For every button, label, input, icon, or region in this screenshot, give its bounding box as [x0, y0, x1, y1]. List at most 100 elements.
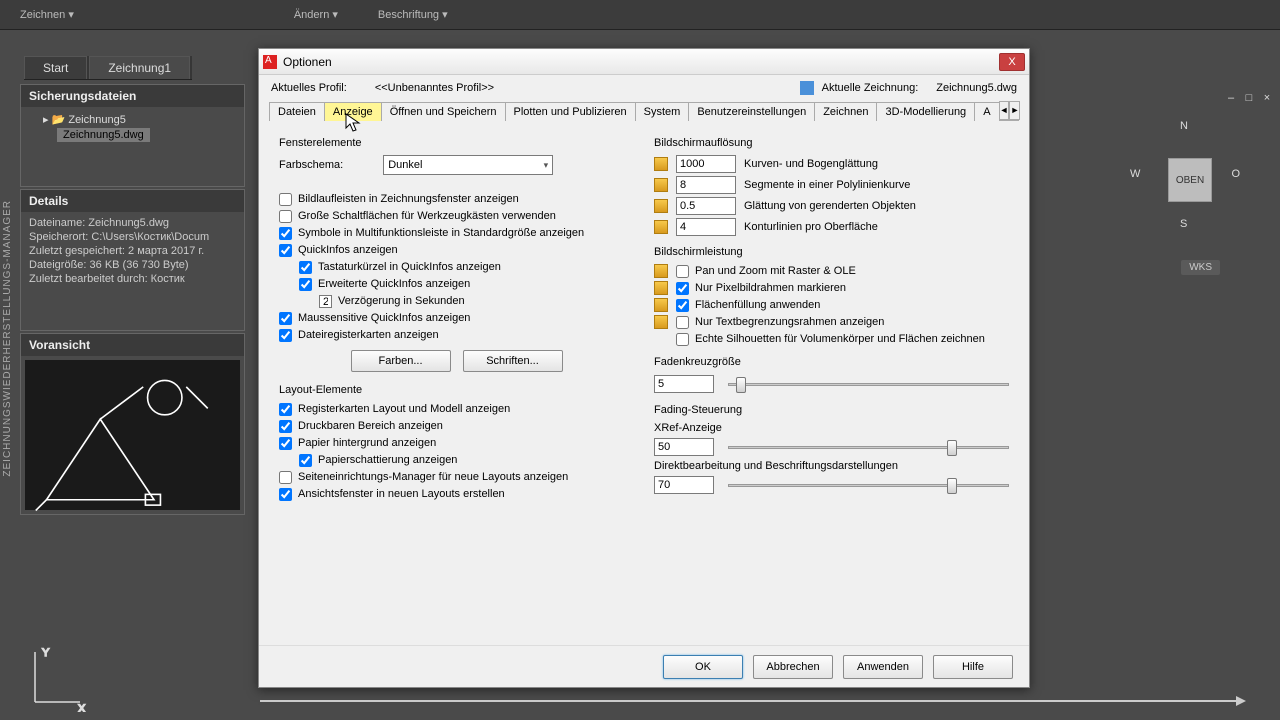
profile-row: Aktuelles Profil: <<Unbenanntes Profil>>…	[259, 75, 1029, 101]
drawing-icon	[800, 81, 814, 95]
viewcube-o[interactable]: O	[1231, 168, 1240, 180]
group-layout-elements: Layout-Elemente	[279, 384, 634, 396]
chk-fill[interactable]: Flächenfüllung anwenden	[676, 298, 820, 312]
res-icon	[654, 157, 668, 171]
chk-ribbon-icons[interactable]: Symbole in Multifunktionsleiste in Stand…	[279, 226, 634, 240]
right-column: Bildschirmauflösung Kurven- und Bogenglä…	[654, 133, 1009, 629]
tab-plot[interactable]: Plotten und Publizieren	[505, 102, 636, 121]
close-icon[interactable]: X	[999, 53, 1025, 71]
edit-label: Direktbearbeitung und Beschriftungsdarst…	[654, 460, 1009, 472]
fonts-button[interactable]: Schriften...	[463, 350, 563, 372]
ok-button[interactable]: OK	[663, 655, 743, 679]
colors-button[interactable]: Farben...	[351, 350, 451, 372]
panel-title-preview: Voransicht	[21, 334, 244, 356]
viewcube-n[interactable]: N	[1180, 120, 1188, 132]
wks-badge[interactable]: WKS	[1181, 260, 1220, 275]
dialog-titlebar[interactable]: Optionen X	[259, 49, 1029, 75]
cancel-button[interactable]: Abbrechen	[753, 655, 833, 679]
xref-slider[interactable]	[728, 437, 1009, 457]
tabs-scroll-right[interactable]: ►	[1009, 101, 1020, 120]
chk-pan-zoom[interactable]: Pan und Zoom mit Raster & OLE	[676, 264, 856, 278]
chk-layout-tabs[interactable]: Registerkarten Layout und Modell anzeige…	[279, 402, 634, 416]
xref-input[interactable]	[654, 438, 714, 456]
contour-label: Konturlinien pro Oberfläche	[744, 221, 878, 233]
win-close-icon[interactable]: ×	[1260, 92, 1274, 104]
viewcube-s[interactable]: S	[1180, 218, 1187, 230]
win-max-icon[interactable]: □	[1242, 92, 1256, 104]
chk-printable-area[interactable]: Druckbaren Bereich anzeigen	[279, 419, 634, 433]
xref-label: XRef-Anzeige	[654, 422, 1009, 434]
group-performance: Bildschirmleistung	[654, 246, 1009, 258]
chk-large-buttons[interactable]: Große Schaltflächen für Werkzeugkästen v…	[279, 209, 634, 223]
current-drawing-label: Aktuelle Zeichnung:	[822, 82, 919, 94]
segments-label: Segmente in einer Polylinienkurve	[744, 179, 910, 191]
group-fading: Fading-Steuerung	[654, 404, 1009, 416]
chk-file-tabs[interactable]: Dateiregisterkarten anzeigen	[279, 328, 634, 342]
chk-text-boundary[interactable]: Nur Textbegrenzungsrahmen anzeigen	[676, 315, 884, 329]
ribbon-group-modify[interactable]: Ändern	[294, 8, 338, 21]
crosshair-slider[interactable]	[728, 374, 1009, 394]
options-dialog: Optionen X Aktuelles Profil: <<Unbenannt…	[258, 48, 1030, 688]
win-min-icon[interactable]: –	[1224, 92, 1238, 104]
detail-saved: Zuletzt gespeichert: 2 марта 2017 г.	[29, 244, 236, 258]
tab-system[interactable]: System	[635, 102, 690, 121]
chk-paper-bg[interactable]: Papier hintergrund anzeigen	[279, 436, 634, 450]
perf-icon	[654, 298, 668, 312]
segments-input[interactable]	[676, 176, 736, 194]
tab-3d[interactable]: 3D-Modellierung	[876, 102, 975, 121]
viewcube-top[interactable]: OBEN	[1168, 158, 1212, 202]
chk-shortcuts[interactable]: Tastaturkürzel in QuickInfos anzeigen	[299, 260, 634, 274]
view-cube[interactable]: OBEN N S W O	[1130, 120, 1240, 230]
ribbon-group-draw[interactable]: Zeichnen	[20, 8, 74, 21]
chk-viewports[interactable]: Ansichtsfenster in neuen Layouts erstell…	[279, 487, 634, 501]
group-crosshair: Fadenkreuzgröße	[654, 356, 1009, 368]
chk-paper-shadow[interactable]: Papierschattierung anzeigen	[299, 453, 634, 467]
tab-dateien[interactable]: Dateien	[269, 102, 325, 121]
res-icon	[654, 199, 668, 213]
tabs-scroll-left[interactable]: ◄	[999, 101, 1010, 120]
left-column: Fensterelemente Farbschema: Dunkel Bildl…	[279, 133, 634, 629]
arc-smooth-input[interactable]	[676, 155, 736, 173]
current-drawing-value: Zeichnung5.dwg	[936, 82, 1017, 94]
contour-input[interactable]	[676, 218, 736, 236]
colorscheme-select[interactable]: Dunkel	[383, 155, 553, 175]
tab-drawing[interactable]: Zeichnung1	[89, 56, 190, 79]
edit-input[interactable]	[654, 476, 714, 494]
tab-draw[interactable]: Zeichnen	[814, 102, 877, 121]
help-button[interactable]: Hilfe	[933, 655, 1013, 679]
tab-user[interactable]: Benutzereinstellungen	[688, 102, 815, 121]
chk-page-setup[interactable]: Seiteneinrichtungs-Manager für neue Layo…	[279, 470, 634, 484]
perf-icon	[654, 315, 668, 329]
dialog-footer: OK Abbrechen Anwenden Hilfe	[259, 645, 1029, 687]
svg-text:X: X	[78, 703, 86, 712]
chk-extended-quickinfo[interactable]: Erweiterte QuickInfos anzeigen	[299, 277, 634, 291]
ribbon-group-annotate[interactable]: Beschriftung	[378, 8, 448, 21]
tab-open-save[interactable]: Öffnen und Speichern	[381, 102, 506, 121]
chk-pixel-frames[interactable]: Nur Pixelbildrahmen markieren	[676, 281, 846, 295]
res-icon	[654, 178, 668, 192]
tree-root[interactable]: ▸ 📂 Zeichnung5	[29, 111, 236, 128]
render-smooth-input[interactable]	[676, 197, 736, 215]
crosshair-input[interactable]	[654, 375, 714, 393]
drawing-axis	[260, 700, 1240, 702]
viewcube-w[interactable]: W	[1130, 168, 1140, 180]
chk-silhouettes[interactable]: Echte Silhouetten für Volumenkörper und …	[676, 332, 985, 346]
profile-label: Aktuelles Profil:	[271, 82, 347, 94]
chk-scrollbars[interactable]: Bildlaufleisten in Zeichnungsfenster anz…	[279, 192, 634, 206]
tab-more[interactable]: A	[974, 102, 999, 121]
svg-text:Y: Y	[42, 647, 50, 659]
tab-anzeige[interactable]: Anzeige	[324, 102, 382, 121]
apply-button[interactable]: Anwenden	[843, 655, 923, 679]
perf-icon	[654, 281, 668, 295]
ucs-icon: YX	[20, 642, 90, 712]
panel-title-backups: Sicherungsdateien	[21, 85, 244, 107]
chk-mouse-quickinfo[interactable]: Maussensitive QuickInfos anzeigen	[279, 311, 634, 325]
tab-start[interactable]: Start	[24, 56, 87, 79]
chk-quickinfo[interactable]: QuickInfos anzeigen	[279, 243, 634, 257]
delay-input[interactable]	[319, 295, 332, 308]
edit-slider[interactable]	[728, 475, 1009, 495]
ribbon: Zeichnen Ändern Beschriftung	[0, 0, 1280, 30]
options-tabs: Dateien Anzeige Öffnen und Speichern Plo…	[269, 101, 1019, 121]
perf-icon	[654, 264, 668, 278]
tree-file[interactable]: Zeichnung5.dwg	[57, 128, 150, 142]
